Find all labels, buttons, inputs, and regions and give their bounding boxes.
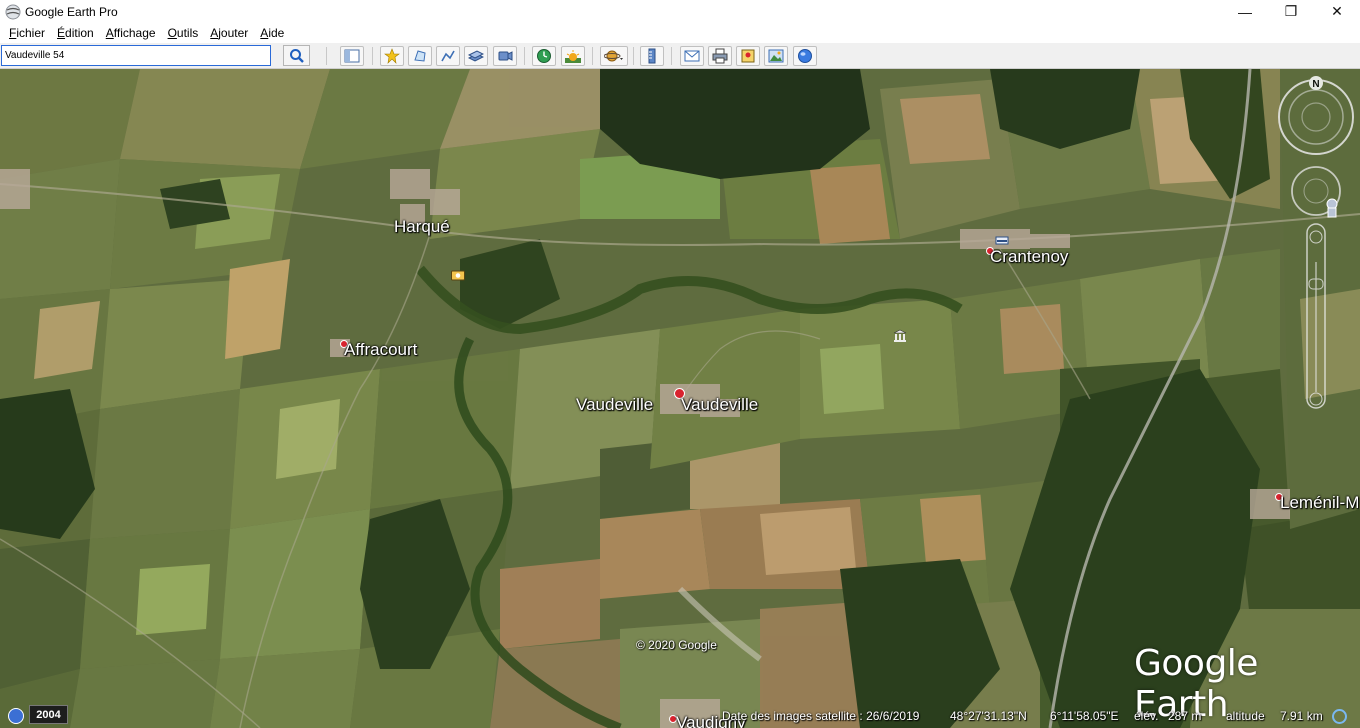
web-globe-icon: [798, 49, 812, 63]
toolbar-separator: [592, 47, 593, 65]
place-label-harque[interactable]: Harqué: [394, 217, 450, 237]
save-image-icon: [768, 49, 784, 63]
menu-edition[interactable]: Édition: [51, 23, 100, 43]
status-bar: Date des images satellite : 26/6/2019 48…: [0, 704, 1360, 728]
ruler-icon: [648, 48, 656, 64]
overlay-icon: [468, 50, 484, 62]
imagery-year-badge[interactable]: 2004: [29, 705, 68, 724]
place-label-vaudeville-2[interactable]: Vaudeville: [681, 395, 758, 415]
search-button[interactable]: [283, 45, 310, 66]
longitude-readout: 6°11'58.05"E: [1050, 709, 1119, 723]
record-tour-button[interactable]: [493, 46, 517, 66]
historical-imagery-button[interactable]: [532, 46, 556, 66]
placemark-icon: [384, 48, 400, 64]
place-label-affracourt[interactable]: Affracourt: [344, 340, 417, 360]
toolbar-separator: [326, 47, 327, 65]
photo-poi-icon[interactable]: [451, 269, 465, 281]
place-label-crantenoy[interactable]: Crantenoy: [990, 247, 1068, 267]
street-view-pegman-icon[interactable]: [1326, 198, 1338, 218]
polygon-icon: [414, 50, 426, 62]
compass-north-label: N: [1312, 79, 1319, 90]
add-polygon-button[interactable]: [408, 46, 432, 66]
toolbar-separator: [372, 47, 373, 65]
menu-aide[interactable]: Aide: [254, 23, 290, 43]
minimize-icon: —: [1238, 3, 1252, 20]
streaming-progress-icon: [1332, 709, 1347, 724]
place-label-vaudeville[interactable]: Vaudeville: [576, 395, 653, 415]
toolbar-separator: [633, 47, 634, 65]
email-icon: [684, 50, 700, 62]
elevation-value: 287 m: [1168, 709, 1202, 723]
earth-map-view[interactable]: Harqué Crantenoy Affracourt Vaudeville V…: [0, 69, 1360, 728]
menu-affichage[interactable]: Affichage: [100, 23, 162, 43]
close-button[interactable]: ✕: [1314, 0, 1360, 23]
sunlight-icon: [565, 50, 581, 63]
add-path-button[interactable]: [436, 46, 460, 66]
search-input[interactable]: [1, 45, 271, 66]
search-icon: [289, 48, 304, 63]
maps-icon: [741, 49, 755, 63]
maximize-icon: ❐: [1284, 3, 1298, 19]
add-overlay-button[interactable]: [464, 46, 488, 66]
menu-outils[interactable]: Outils: [162, 23, 205, 43]
hotel-poi-icon[interactable]: [995, 234, 1009, 246]
record-tour-icon: [498, 51, 513, 61]
latitude-readout: 48°27'31.13"N: [950, 709, 1027, 723]
toolbar-separator: [524, 47, 525, 65]
historical-imagery-icon: [537, 49, 551, 63]
add-placemark-button[interactable]: [380, 46, 404, 66]
print-icon: [712, 48, 728, 64]
google-earth-app-icon: [5, 4, 21, 19]
altitude-value: 7.91 km: [1280, 709, 1323, 723]
save-image-button[interactable]: [764, 46, 788, 66]
museum-poi-icon[interactable]: [893, 329, 907, 343]
email-button[interactable]: [680, 46, 704, 66]
title-bar: Google Earth Pro — ❐ ✕: [0, 0, 1360, 23]
copyright-text: © 2020 Google: [636, 638, 717, 652]
web-globe-button[interactable]: [793, 46, 817, 66]
elevation-label: élév.: [1134, 709, 1159, 723]
path-icon: [441, 50, 455, 62]
navigation-controls: N: [1278, 76, 1354, 409]
maximize-button[interactable]: ❐: [1268, 0, 1314, 23]
zoom-slider[interactable]: [1306, 223, 1326, 409]
window-title: Google Earth Pro: [25, 4, 118, 19]
view-in-maps-button[interactable]: [736, 46, 760, 66]
historical-imagery-clock-icon[interactable]: [8, 708, 24, 724]
sunlight-button[interactable]: [561, 46, 585, 66]
planets-icon: [604, 50, 623, 62]
look-joystick[interactable]: N: [1278, 76, 1354, 155]
toolbar-separator: [671, 47, 672, 65]
planets-button[interactable]: [600, 46, 628, 66]
close-icon: ✕: [1331, 3, 1343, 19]
toolbar: [0, 43, 1360, 69]
minimize-button[interactable]: —: [1222, 0, 1268, 23]
sidebar-icon: [344, 49, 360, 63]
menu-bar: Fichier Édition Affichage Outils Ajouter…: [0, 23, 1360, 43]
sidebar-toggle-button[interactable]: [340, 46, 364, 66]
altitude-label: altitude: [1226, 709, 1265, 723]
imagery-date: Date des images satellite : 26/6/2019: [722, 709, 920, 723]
menu-fichier[interactable]: Fichier: [3, 23, 51, 43]
menu-ajouter[interactable]: Ajouter: [204, 23, 254, 43]
print-button[interactable]: [708, 46, 732, 66]
place-label-lemenil[interactable]: Leménil-M: [1280, 493, 1359, 513]
ruler-button[interactable]: [640, 46, 664, 66]
